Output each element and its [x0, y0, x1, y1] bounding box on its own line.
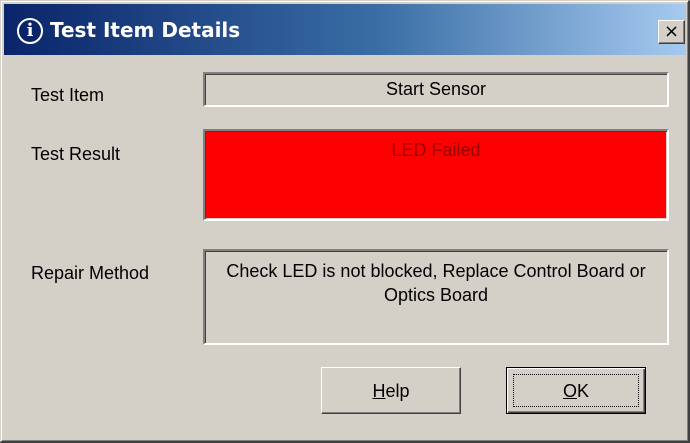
test-item-label: Test Item: [31, 85, 105, 105]
ok-label-rest: K: [577, 381, 590, 401]
help-label-rest: elp: [385, 381, 410, 401]
title-bar[interactable]: i Test Item Details ×: [4, 4, 686, 55]
help-mnemonic: H: [372, 381, 386, 401]
close-icon: ×: [663, 21, 680, 42]
ok-mnemonic: O: [562, 381, 577, 401]
repair-method-value: Check LED is not blocked, Replace Contro…: [203, 249, 669, 345]
test-item-value: Start Sensor: [203, 72, 669, 107]
test-result-value: LED Failed: [203, 129, 669, 221]
close-button[interactable]: ×: [658, 20, 685, 44]
help-button[interactable]: Help: [321, 367, 461, 414]
test-result-label: Test Result: [31, 144, 121, 164]
repair-method-label: Repair Method: [31, 263, 150, 283]
ok-button[interactable]: OK: [506, 367, 646, 414]
ok-button-label: OK: [563, 381, 589, 401]
help-button-label: Help: [372, 381, 409, 401]
test-item-details-dialog: i Test Item Details × Test Item Start Se…: [0, 0, 690, 443]
info-icon: i: [17, 18, 43, 44]
dialog-title: Test Item Details: [50, 18, 241, 42]
